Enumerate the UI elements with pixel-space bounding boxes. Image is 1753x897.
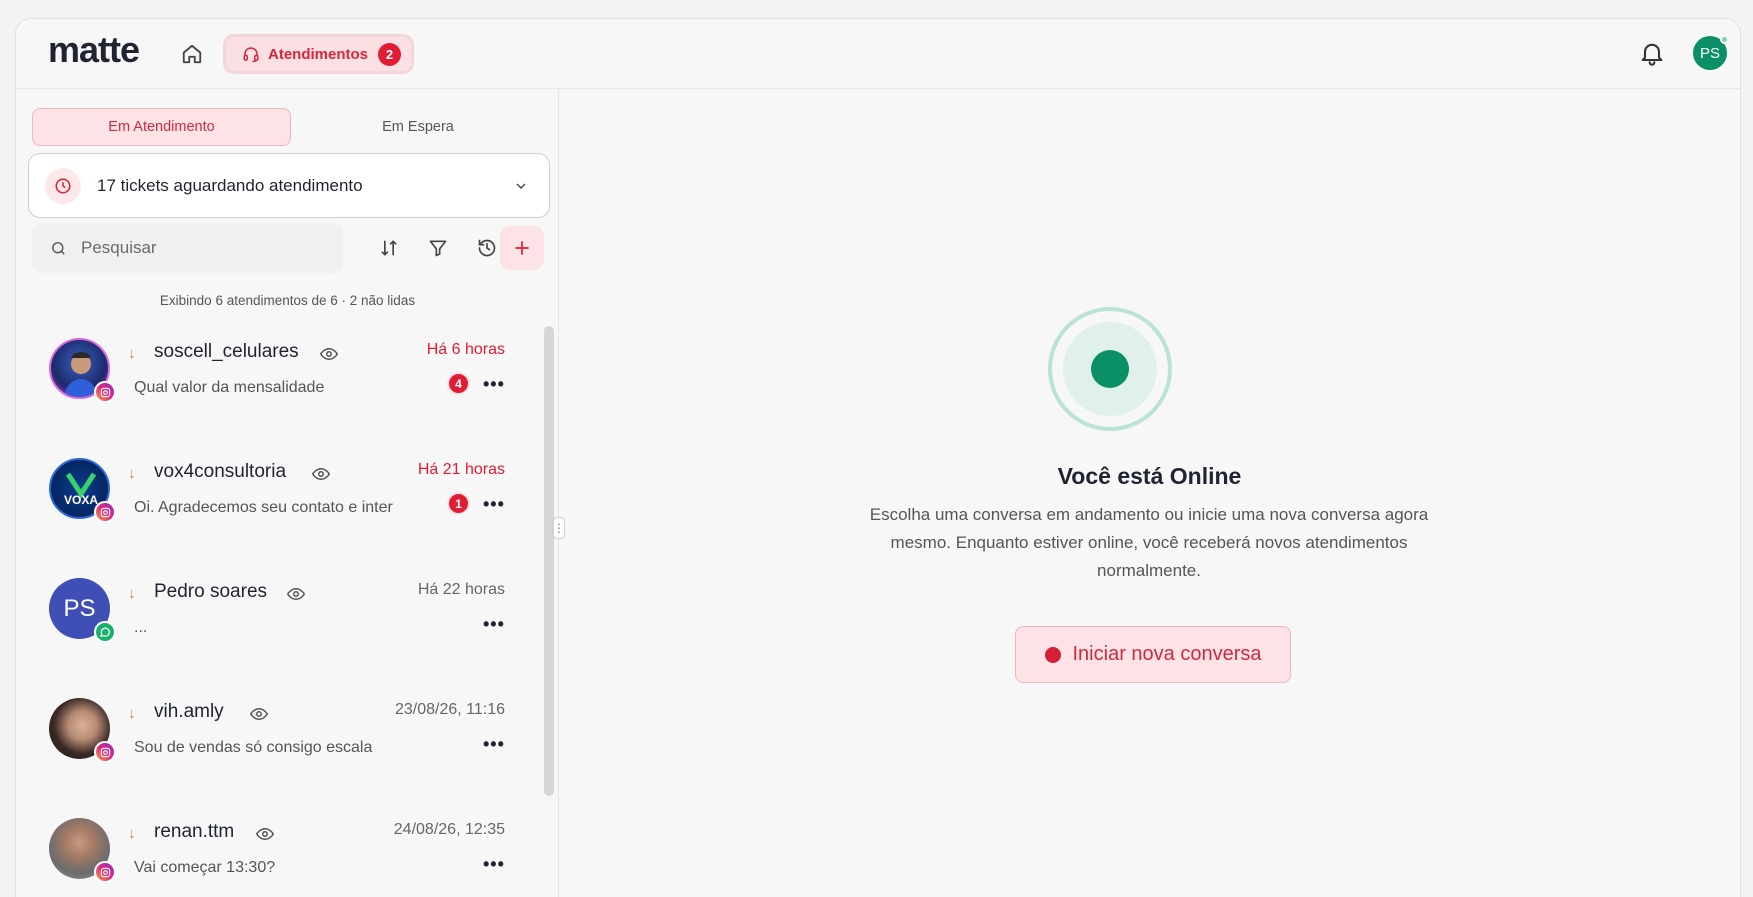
more-options-icon[interactable]: ••• (483, 854, 507, 874)
conversation-time: Há 22 horas (417, 581, 505, 598)
matte-logo: matte (48, 32, 140, 70)
svg-text:VOXA: VOXA (64, 493, 98, 507)
sort-icon (381, 240, 397, 256)
online-status-indicator (1048, 307, 1172, 431)
contact-name: vox4consultoria (154, 461, 287, 482)
plus-icon (515, 241, 529, 255)
conversation-item[interactable]: PS ↓ Pedro soares Há 22 horas ... ••• (16, 551, 541, 671)
list-scrollbar[interactable] (544, 326, 554, 796)
conversation-item[interactable]: VOXA ↓ vox4consultoria Há 21 horas Oi. A… (16, 431, 541, 551)
more-options-icon[interactable]: ••• (483, 614, 507, 634)
avatar-initials: PS (63, 594, 96, 622)
online-status-dot (1720, 35, 1729, 44)
conversation-list: ↓ soscell_celulares Há 6 horas Qual valo… (16, 311, 541, 897)
arrow-down-icon: ↓ (128, 825, 136, 842)
svg-text:matte: matte (48, 32, 139, 70)
instagram-icon (94, 501, 116, 523)
top-bar: matte Atendimentos 2 PS (16, 19, 1740, 89)
instagram-icon (94, 741, 116, 763)
home-button[interactable] (179, 41, 205, 67)
more-options-icon[interactable]: ••• (483, 494, 507, 514)
conversation-time: Há 21 horas (417, 461, 505, 478)
unread-badge: 1 (447, 492, 470, 515)
instagram-icon (94, 381, 116, 403)
more-options-icon[interactable]: ••• (483, 374, 507, 394)
contact-name: vih.amly (154, 701, 224, 722)
bell-icon (1641, 43, 1663, 66)
last-message: Sou de vendas só consigo escala (134, 739, 373, 756)
notifications-button[interactable] (1638, 39, 1666, 67)
arrow-down-icon: ↓ (128, 585, 136, 602)
last-message: Oi. Agradecemos seu contato e inter (134, 499, 393, 516)
arrow-down-icon: ↓ (128, 345, 136, 362)
clock-icon (45, 167, 81, 204)
conversation-time: 23/08/26, 11:16 (394, 701, 505, 718)
attendances-tab[interactable]: Atendimentos 2 (223, 34, 414, 74)
filter-button[interactable] (422, 232, 454, 264)
record-dot-icon (1044, 646, 1061, 663)
contact-name: soscell_celulares (154, 341, 299, 362)
conversation-item[interactable]: ↓ renan.ttm 24/08/26, 12:35 Vai começar … (16, 791, 541, 897)
results-count: Exibindo 6 atendimentos de 6 · 2 não lid… (159, 293, 416, 308)
user-initials: PS (1699, 44, 1720, 62)
unread-badge: 4 (447, 372, 470, 395)
chevron-down-icon (516, 183, 526, 189)
last-message: Qual valor da mensalidade (134, 379, 325, 396)
conversation-time: Há 6 horas (426, 341, 505, 358)
tab-em-espera[interactable]: Em Espera (291, 108, 545, 146)
last-message: Vai começar 13:30? (134, 859, 276, 876)
instagram-icon (94, 861, 116, 883)
conversation-item[interactable]: ↓ vih.amly 23/08/26, 11:16 Sou de vendas… (16, 671, 541, 791)
search-box (32, 223, 343, 273)
conversation-item[interactable]: ↓ soscell_celulares Há 6 horas Qual valo… (16, 311, 541, 431)
home-icon (182, 44, 202, 64)
whatsapp-icon (94, 621, 116, 643)
online-title: Você está Online (1057, 463, 1242, 489)
waiting-tickets-text: 17 tickets aguardando atendimento (97, 175, 363, 195)
attendances-badge: 2 (378, 42, 402, 66)
conversation-time: 24/08/26, 12:35 (393, 821, 505, 838)
start-new-conversation-button[interactable]: Iniciar nova conversa (1015, 626, 1291, 683)
sort-button[interactable] (373, 232, 405, 264)
headset-icon (243, 47, 259, 63)
main-panel: Você está Online Escolha uma conversa em… (559, 89, 1740, 897)
eye-icon[interactable] (250, 707, 268, 721)
history-icon (478, 239, 496, 257)
filter-icon (429, 240, 447, 257)
new-conversation-button[interactable] (500, 226, 544, 270)
arrow-down-icon: ↓ (128, 465, 136, 482)
history-button[interactable] (471, 232, 503, 264)
waiting-tickets-dropdown[interactable]: 17 tickets aguardando atendimento (28, 153, 550, 218)
app-window: matte Atendimentos 2 PS Em Atendimento E… (15, 18, 1741, 897)
eye-icon[interactable] (320, 347, 338, 361)
contact-name: Pedro soares (154, 581, 268, 602)
status-tabs: Em Atendimento Em Espera (32, 108, 545, 146)
tab-em-atendimento[interactable]: Em Atendimento (32, 108, 291, 146)
search-input[interactable] (81, 238, 301, 258)
eye-icon[interactable] (256, 827, 274, 841)
conversations-sidebar: Em Atendimento Em Espera 17 tickets agua… (16, 89, 565, 897)
online-description: Escolha uma conversa em andamento ou ini… (869, 505, 1429, 580)
eye-icon[interactable] (287, 587, 305, 601)
attendances-label: Atendimentos (268, 45, 369, 63)
more-options-icon[interactable]: ••• (483, 734, 507, 754)
contact-name: renan.ttm (154, 821, 235, 842)
arrow-down-icon: ↓ (128, 705, 136, 722)
eye-icon[interactable] (312, 467, 330, 481)
last-message: ... (134, 619, 148, 636)
start-new-conversation-label: Iniciar nova conversa (1072, 643, 1262, 665)
search-icon (52, 241, 65, 255)
user-avatar[interactable]: PS (1693, 35, 1729, 70)
